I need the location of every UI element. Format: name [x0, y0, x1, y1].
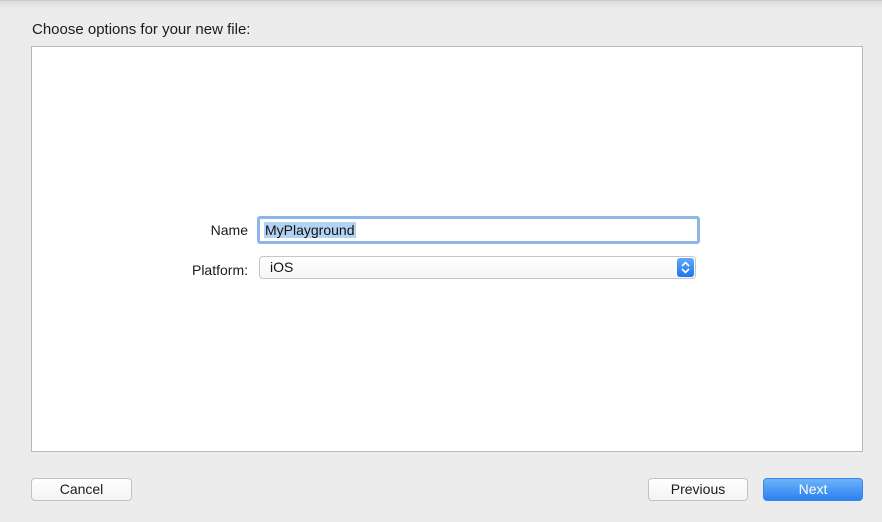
up-down-chevron-icon[interactable] [677, 258, 694, 277]
platform-label: Platform: [191, 262, 248, 278]
cancel-button[interactable]: Cancel [31, 478, 132, 501]
next-button[interactable]: Next [763, 478, 863, 501]
new-file-options-sheet: Choose options for your new file: Name M… [0, 0, 882, 522]
sheet-top-edge [0, 0, 882, 9]
previous-button[interactable]: Previous [648, 478, 748, 501]
platform-select[interactable]: iOS [259, 256, 696, 279]
platform-select-value: iOS [270, 259, 294, 275]
name-field[interactable]: MyPlayground [257, 216, 700, 244]
name-field-value: MyPlayground [264, 222, 356, 238]
options-panel [31, 46, 863, 452]
dialog-heading: Choose options for your new file: [32, 21, 251, 38]
name-label: Name [210, 222, 248, 238]
